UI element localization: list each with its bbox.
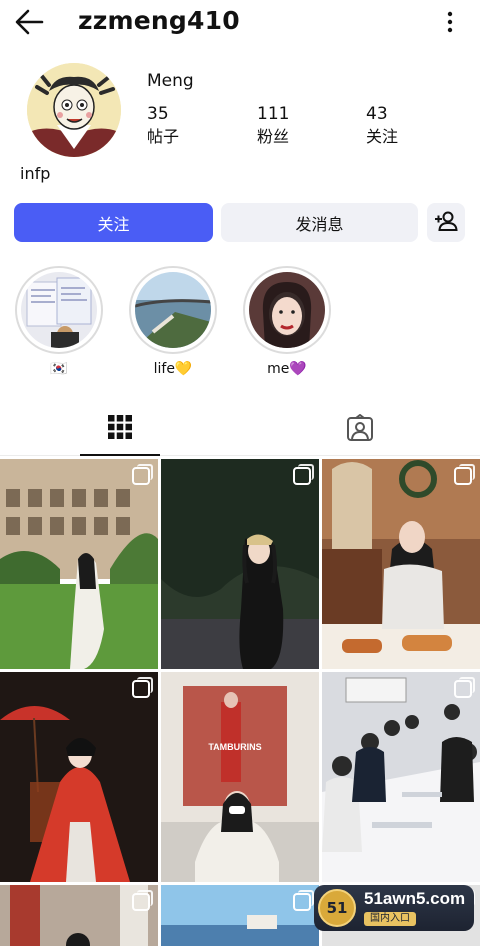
- post-thumbnail[interactable]: [322, 459, 480, 669]
- post-thumbnail[interactable]: [161, 459, 319, 669]
- highlight-cover-image: [135, 272, 211, 348]
- post-thumbnail[interactable]: [0, 672, 158, 882]
- tagged-person-icon: [346, 413, 374, 446]
- stat-followers[interactable]: 111 粉丝: [257, 103, 337, 149]
- multiple-photos-icon: [293, 464, 314, 485]
- top-bar: zzmeng410: [0, 0, 480, 44]
- stat-posts-value: 35: [147, 104, 169, 124]
- posts-grid: TAMBURINS: [0, 459, 480, 946]
- tab-posts-grid[interactable]: [80, 404, 160, 456]
- stat-posts[interactable]: 35 帖子: [147, 103, 227, 149]
- add-person-icon: [434, 210, 458, 236]
- highlight-life[interactable]: life💛: [129, 266, 217, 378]
- stat-following-label: 关注: [366, 127, 399, 146]
- highlight-ring: [129, 266, 217, 354]
- highlight-me[interactable]: me💜: [243, 266, 331, 378]
- post-thumbnail[interactable]: TAMBURINS: [161, 672, 319, 882]
- multiple-photos-icon: [454, 464, 475, 485]
- profile-tabs: [0, 404, 480, 456]
- post-thumbnail[interactable]: [0, 885, 158, 946]
- post-image: [161, 459, 319, 669]
- post-thumbnail[interactable]: [322, 672, 480, 882]
- back-arrow-icon[interactable]: [14, 8, 44, 36]
- tab-tagged[interactable]: [320, 404, 400, 456]
- post-image: [322, 459, 480, 669]
- highlight-label: me💜: [267, 361, 307, 377]
- highlight-cover-image: [249, 272, 325, 348]
- watermark-title: 51awn5.com: [364, 889, 466, 908]
- highlight-korea[interactable]: 🇰🇷: [15, 266, 103, 378]
- watermark-logo: 51: [318, 889, 356, 927]
- post-image: [0, 672, 158, 882]
- profile-avatar[interactable]: [27, 63, 121, 157]
- highlight-label: 🇰🇷: [50, 361, 68, 377]
- stat-followers-label: 粉丝: [257, 127, 290, 146]
- multiple-photos-icon: [293, 890, 314, 911]
- stat-following[interactable]: 43 关注: [366, 103, 446, 149]
- svg-text:TAMBURINS: TAMBURINS: [208, 742, 261, 752]
- profile-bio: infp: [20, 164, 51, 183]
- multiple-photos-icon: [454, 677, 475, 698]
- stat-posts-label: 帖子: [147, 127, 180, 146]
- highlight-ring: [15, 266, 103, 354]
- suggest-user-button[interactable]: [427, 203, 465, 242]
- follow-button[interactable]: 关注: [14, 203, 213, 242]
- stat-following-value: 43: [366, 104, 388, 124]
- display-name: Meng: [147, 71, 194, 91]
- stat-followers-value: 111: [257, 104, 290, 124]
- profile-username: zzmeng410: [78, 6, 240, 35]
- message-button[interactable]: 发消息: [221, 203, 418, 242]
- multiple-photos-icon: [132, 890, 153, 911]
- post-thumbnail[interactable]: [161, 885, 319, 946]
- more-options-icon[interactable]: [438, 10, 462, 34]
- post-image: [322, 672, 480, 882]
- post-thumbnail[interactable]: [0, 459, 158, 669]
- watermark-subtitle: 国内入口: [364, 912, 416, 926]
- multiple-photos-icon: [132, 677, 153, 698]
- grid-icon: [108, 415, 132, 443]
- watermark-badge: 51 51awn5.com 国内入口: [314, 885, 474, 931]
- post-image: [0, 459, 158, 669]
- highlight-ring: [243, 266, 331, 354]
- highlight-label: life💛: [153, 361, 193, 377]
- post-image: TAMBURINS: [161, 672, 319, 882]
- multiple-photos-icon: [132, 464, 153, 485]
- highlight-cover-image: [21, 272, 97, 348]
